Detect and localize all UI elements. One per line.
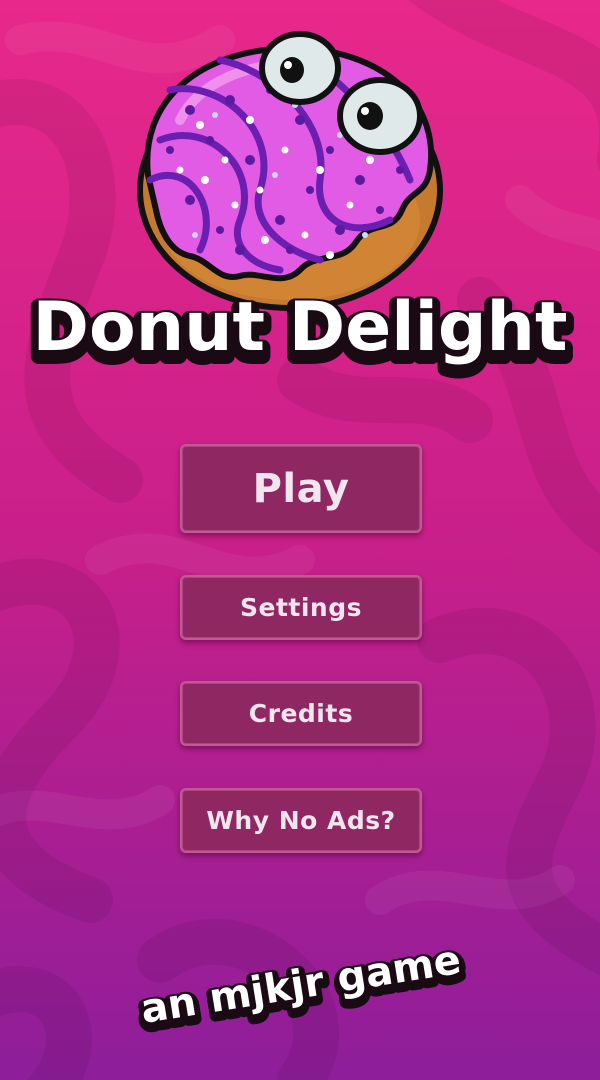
main-menu-screen: Donut Delight Donut Delight Play Setting… [0,0,600,1080]
byline-text: an mjkjr game [138,937,464,1033]
credits-button[interactable]: Credits [180,681,422,746]
donut-mascot-icon [137,31,443,311]
play-button[interactable]: Play [180,444,422,533]
play-button-label: Play [252,465,350,512]
settings-button-label: Settings [239,593,362,622]
credits-button-label: Credits [248,699,354,728]
settings-button[interactable]: Settings [180,575,422,640]
why-no-ads-button-label: Why No Ads? [206,806,396,835]
developer-byline: an mjkjr game an mjkjr game [132,935,470,1040]
why-no-ads-button[interactable]: Why No Ads? [180,788,422,853]
game-title-text: Donut Delight [33,288,568,367]
game-title: Donut Delight Donut Delight [25,286,576,381]
